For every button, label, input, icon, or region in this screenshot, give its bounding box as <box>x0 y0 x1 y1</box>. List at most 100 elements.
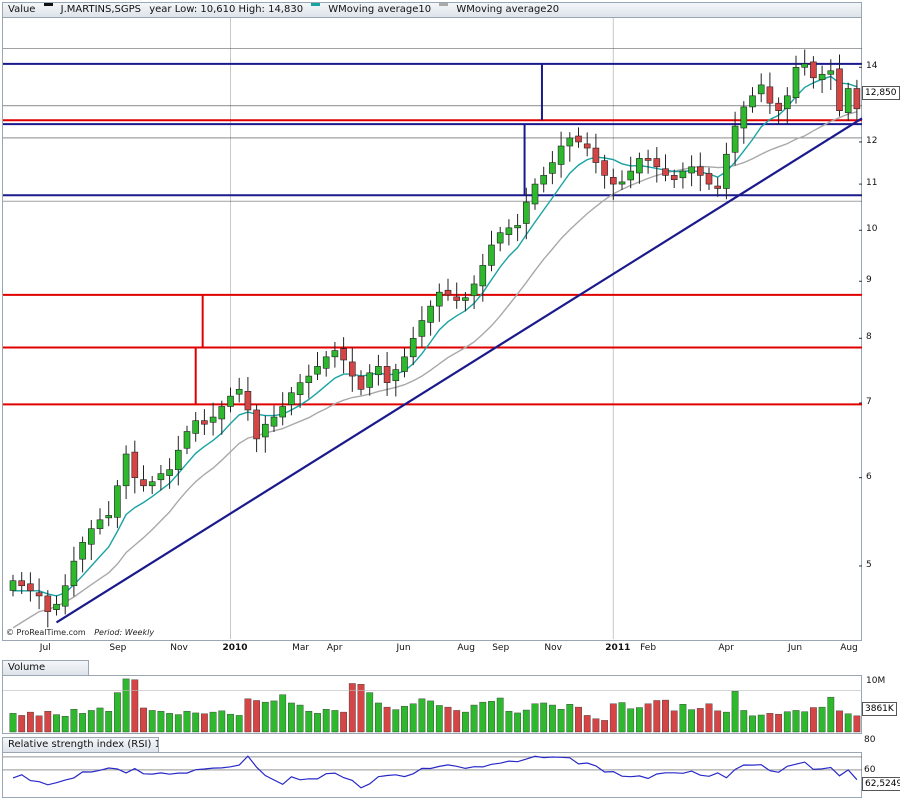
candle <box>96 519 104 529</box>
candle <box>540 175 548 185</box>
x-tick-label: Mar <box>292 643 310 653</box>
candle <box>122 453 130 487</box>
rsi-chart[interactable] <box>3 753 862 796</box>
ma10-swatch <box>311 3 321 6</box>
ma20-label: WMoving average20 <box>456 4 560 15</box>
volume-chart[interactable] <box>3 676 862 733</box>
price-y-tick: 5 <box>866 559 872 570</box>
price-chart[interactable] <box>3 18 863 639</box>
candle <box>53 603 60 610</box>
candle <box>705 173 713 185</box>
volume-bar <box>531 703 539 733</box>
candle <box>18 580 25 587</box>
candle <box>392 369 400 382</box>
rsi-legend-bar: Relative strength index (RSI) 14 <box>2 737 159 753</box>
candle <box>818 73 826 81</box>
volume-bar <box>140 707 147 733</box>
volume-bar <box>157 711 165 733</box>
volume-bar <box>522 709 530 733</box>
x-tick-label: Sep <box>109 643 127 653</box>
candle <box>418 320 426 337</box>
candle <box>653 158 661 168</box>
candle <box>696 166 704 176</box>
price-legend-bar: Value J.MARTINS,SGPS year Low: 10,610 Hi… <box>2 2 862 18</box>
volume-bar <box>653 700 661 733</box>
candle <box>296 382 304 395</box>
volume-bar <box>270 700 278 733</box>
volume-bar <box>9 713 17 733</box>
volume-tick-10m: 10M <box>866 676 886 686</box>
candle <box>592 147 600 163</box>
volume-bar <box>331 710 339 733</box>
candle <box>105 515 112 519</box>
volume-bar <box>775 713 783 733</box>
candle <box>575 135 582 143</box>
volume-bar <box>488 701 495 733</box>
symbol-label: J.MARTINS,SGPS <box>60 4 142 15</box>
x-tick-label: Jun <box>788 643 803 653</box>
volume-bar <box>366 692 374 733</box>
candle <box>192 420 199 434</box>
candle <box>401 356 408 372</box>
volume-bar <box>122 678 130 733</box>
candle <box>583 143 591 149</box>
volume-bar <box>470 704 478 733</box>
candle <box>148 481 156 487</box>
volume-bar <box>670 710 678 733</box>
volume-bar <box>61 716 69 733</box>
volume-bar <box>227 713 234 733</box>
volume-bar <box>409 703 417 733</box>
price-y-tick: 8 <box>866 332 872 343</box>
candle <box>853 88 861 110</box>
candle <box>427 305 434 323</box>
volume-bar <box>305 711 313 733</box>
candle <box>131 451 139 478</box>
x-tick-label: Jun <box>396 643 411 653</box>
x-tick-label: Apr <box>718 643 734 653</box>
candle <box>688 166 695 174</box>
candle <box>557 145 565 165</box>
candle <box>314 366 321 375</box>
x-tick-label: Sep <box>492 643 510 653</box>
volume-bar <box>853 715 861 733</box>
volume-bar <box>87 710 95 733</box>
volume-bar <box>462 711 469 733</box>
candle <box>749 95 756 108</box>
volume-bar <box>235 715 243 733</box>
candle <box>662 168 669 176</box>
price-y-tick: 11 <box>866 178 878 189</box>
volume-bar <box>749 715 756 733</box>
candle <box>757 84 765 95</box>
volume-bar <box>514 712 521 733</box>
value-label: Value <box>8 4 36 15</box>
candle <box>383 366 391 383</box>
x-tick-label: Feb <box>640 643 657 653</box>
candle <box>435 291 443 307</box>
candle <box>627 170 635 181</box>
candle <box>140 479 147 487</box>
candle <box>409 338 417 358</box>
volume-bar <box>105 711 113 733</box>
candle <box>522 201 530 224</box>
ma20-swatch <box>439 3 449 6</box>
volume-bar <box>618 702 626 733</box>
candle <box>444 289 452 296</box>
volume-bar <box>18 715 26 733</box>
volume-bar <box>113 692 121 733</box>
volume-bar <box>340 711 347 733</box>
volume-bar <box>392 709 400 733</box>
volume-bar <box>314 713 321 733</box>
candle <box>114 485 121 518</box>
candle <box>270 416 278 427</box>
candle <box>27 583 34 592</box>
period-text: Period: Weekly <box>94 628 155 637</box>
volume-bar <box>575 706 582 733</box>
volume-bar <box>322 708 330 733</box>
volume-bar <box>627 708 635 733</box>
candle <box>348 361 356 377</box>
candle <box>601 160 608 176</box>
candle <box>35 592 43 597</box>
candle <box>644 158 652 161</box>
candle <box>218 406 226 420</box>
volume-bar <box>192 712 200 733</box>
